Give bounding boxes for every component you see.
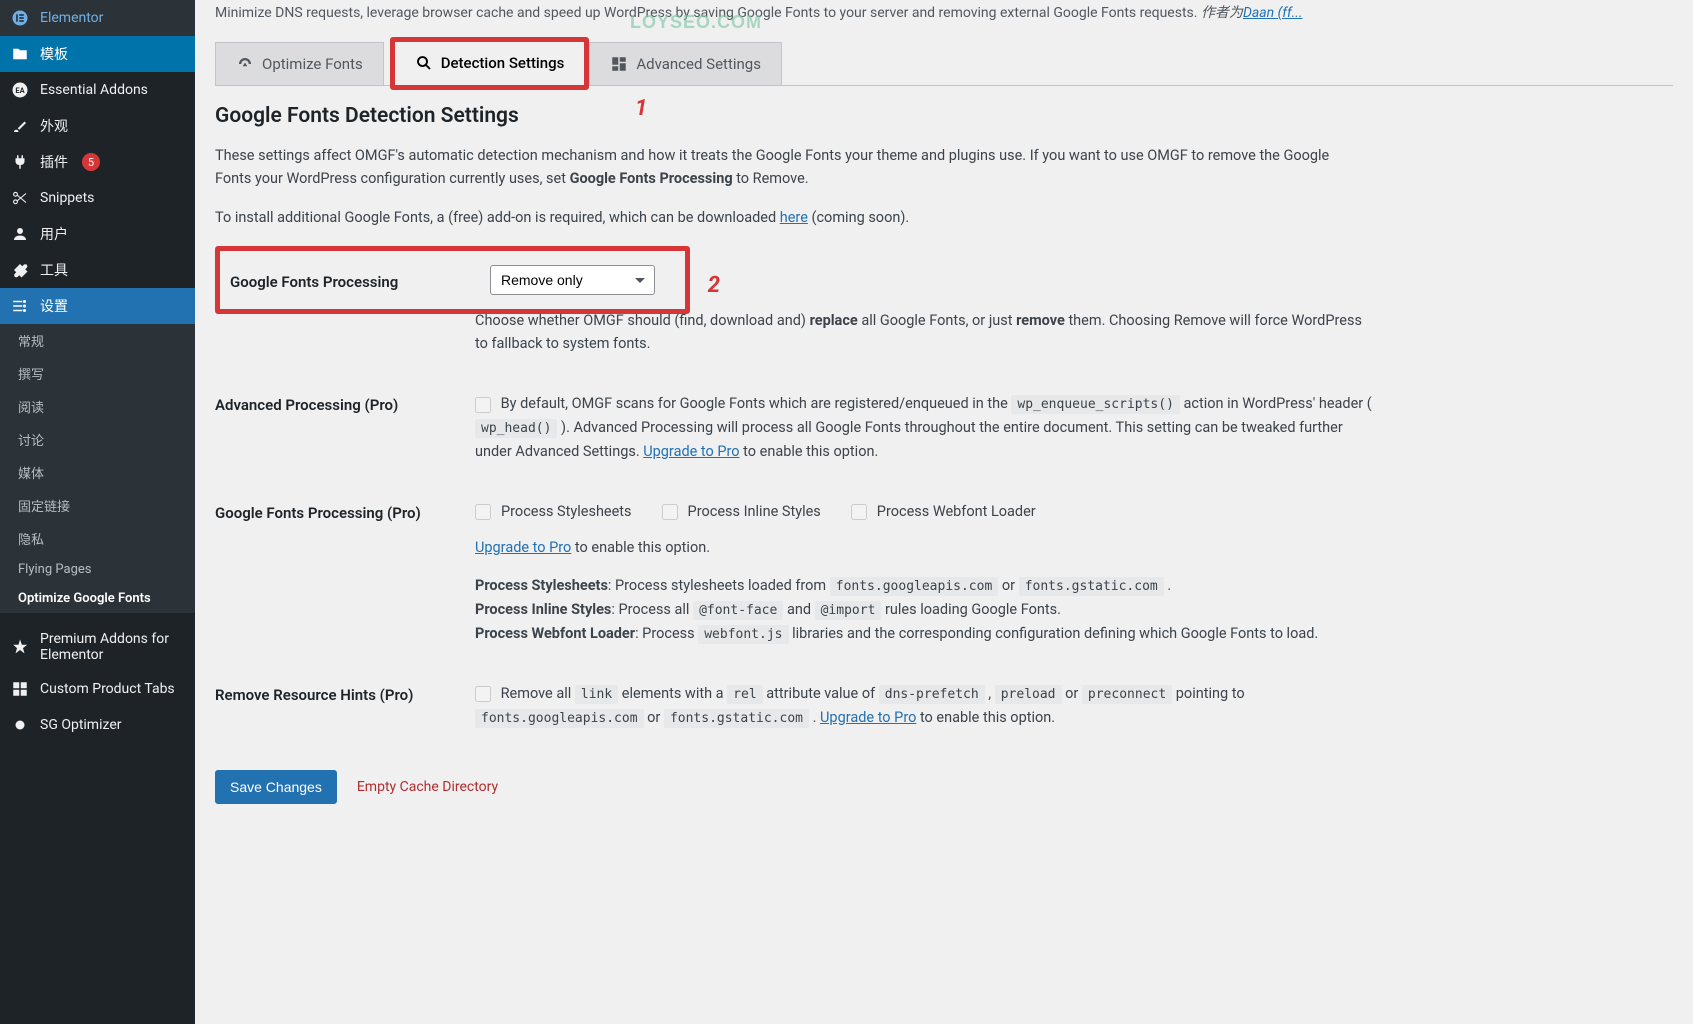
download-link[interactable]: here bbox=[780, 209, 808, 226]
submenu-writing[interactable]: 撰写 bbox=[0, 357, 195, 390]
submenu-permalinks[interactable]: 固定链接 bbox=[0, 489, 195, 522]
intro-author-link[interactable]: Daan (ff... bbox=[1243, 5, 1302, 21]
sidebar-item-plugins[interactable]: 插件 5 bbox=[0, 144, 195, 180]
search-icon bbox=[415, 54, 433, 72]
submenu-optimize-google-fonts[interactable]: Optimize Google Fonts bbox=[0, 584, 195, 613]
chk-webfont[interactable]: Process Webfont Loader bbox=[851, 500, 1036, 524]
field-label-processing: Google Fonts Processing bbox=[230, 269, 490, 291]
sidebar-item-label: Premium Addons for Elementor bbox=[40, 631, 185, 663]
sidebar-item-label: 模板 bbox=[40, 44, 68, 64]
star-icon bbox=[10, 637, 30, 657]
tab-label: Optimize Fonts bbox=[262, 55, 363, 73]
submenu-media[interactable]: 媒体 bbox=[0, 456, 195, 489]
sidebar-item-settings[interactable]: 设置 bbox=[0, 288, 195, 324]
tab-optimize-fonts[interactable]: Optimize Fonts bbox=[215, 42, 384, 85]
processing-help: Choose whether OMGF should (find, downlo… bbox=[475, 309, 1375, 357]
folder-icon bbox=[10, 44, 30, 64]
sidebar-item-label: 工具 bbox=[40, 260, 68, 280]
sidebar-item-essential-addons[interactable]: EA Essential Addons bbox=[0, 72, 195, 108]
chk-inline-input[interactable] bbox=[662, 504, 678, 520]
save-button[interactable]: Save Changes bbox=[215, 770, 337, 804]
processing-pro-field: Process Stylesheets Process Inline Style… bbox=[475, 500, 1375, 646]
sidebar-item-label: 外观 bbox=[40, 116, 68, 136]
advanced-processing-field: By default, OMGF scans for Google Fonts … bbox=[475, 392, 1375, 464]
tab-detection-settings[interactable]: Detection Settings bbox=[395, 42, 585, 84]
main-content: LOYSEO.COM Minimize DNS requests, levera… bbox=[195, 0, 1693, 1024]
submenu-general[interactable]: 常规 bbox=[0, 324, 195, 357]
section-desc-2: To install additional Google Fonts, a (f… bbox=[215, 206, 1365, 229]
code-enqueue: wp_enqueue_scripts() bbox=[1011, 395, 1180, 414]
elementor-icon bbox=[10, 8, 30, 28]
tab-label: Detection Settings bbox=[441, 54, 565, 72]
sidebar-item-appearance[interactable]: 外观 bbox=[0, 108, 195, 144]
field-label-advanced-processing: Advanced Processing (Pro) bbox=[215, 392, 475, 414]
wrench-icon bbox=[10, 260, 30, 280]
field-label-resource-hints: Remove Resource Hints (Pro) bbox=[215, 682, 475, 704]
annotation-box-2: Google Fonts Processing Remove only 2 bbox=[215, 246, 690, 314]
submenu-flying-pages[interactable]: Flying Pages bbox=[0, 555, 195, 584]
upgrade-link[interactable]: Upgrade to Pro bbox=[643, 443, 739, 460]
resource-hints-checkbox[interactable] bbox=[475, 686, 491, 702]
section-title: Google Fonts Detection Settings bbox=[215, 104, 1673, 128]
settings-tabs: Optimize Fonts Detection Settings Advanc… bbox=[215, 42, 1673, 86]
plug-icon bbox=[10, 152, 30, 172]
plugin-intro: Minimize DNS requests, leverage browser … bbox=[215, 0, 1673, 30]
admin-sidebar: Elementor 模板 EA Essential Addons 外观 插件 5… bbox=[0, 0, 195, 1024]
processing-select[interactable]: Remove only bbox=[490, 265, 655, 295]
section-desc-1: These settings affect OMGF's automatic d… bbox=[215, 144, 1365, 190]
chk-stylesheets-input[interactable] bbox=[475, 504, 491, 520]
processing-select-wrap: Remove only bbox=[490, 265, 655, 295]
sidebar-item-label: Elementor bbox=[40, 10, 103, 26]
plugin-update-badge: 5 bbox=[82, 153, 100, 171]
annotation-1: 1 bbox=[635, 96, 647, 121]
grid-icon bbox=[10, 679, 30, 699]
sidebar-item-snippets[interactable]: Snippets bbox=[0, 180, 195, 216]
sidebar-item-sg-optimizer[interactable]: SG Optimizer bbox=[0, 707, 195, 743]
ea-icon: EA bbox=[10, 80, 30, 100]
upgrade-link[interactable]: Upgrade to Pro bbox=[475, 539, 571, 556]
dashboard-icon bbox=[610, 55, 628, 73]
advanced-processing-checkbox[interactable] bbox=[475, 397, 491, 413]
sidebar-item-premium-addons[interactable]: Premium Addons for Elementor bbox=[0, 623, 195, 671]
submenu-discussion[interactable]: 讨论 bbox=[0, 423, 195, 456]
sidebar-item-label: Snippets bbox=[40, 190, 94, 206]
chk-webfont-input[interactable] bbox=[851, 504, 867, 520]
settings-icon bbox=[10, 296, 30, 316]
tab-label: Advanced Settings bbox=[636, 55, 761, 73]
dot-icon bbox=[10, 715, 30, 735]
sidebar-item-tools[interactable]: 工具 bbox=[0, 252, 195, 288]
submenu-reading[interactable]: 阅读 bbox=[0, 390, 195, 423]
settings-form: Google Fonts Processing Remove only 2 Ch… bbox=[215, 246, 1673, 748]
settings-submenu: 常规 撰写 阅读 讨论 媒体 固定链接 隐私 Flying Pages Opti… bbox=[0, 324, 195, 613]
code-wphead: wp_head() bbox=[475, 419, 557, 438]
empty-cache-link[interactable]: Empty Cache Directory bbox=[357, 779, 498, 795]
sidebar-item-label: SG Optimizer bbox=[40, 717, 121, 733]
sidebar-item-custom-product-tabs[interactable]: Custom Product Tabs bbox=[0, 671, 195, 707]
sidebar-item-label: 用户 bbox=[40, 224, 68, 244]
chk-inline[interactable]: Process Inline Styles bbox=[662, 500, 821, 524]
sidebar-item-label: Custom Product Tabs bbox=[40, 681, 175, 697]
sidebar-item-elementor[interactable]: Elementor bbox=[0, 0, 195, 36]
intro-text: Minimize DNS requests, leverage browser … bbox=[215, 5, 1201, 21]
sidebar-item-label: 插件 bbox=[40, 152, 68, 172]
sidebar-item-users[interactable]: 用户 bbox=[0, 216, 195, 252]
form-actions: Save Changes Empty Cache Directory bbox=[215, 770, 1673, 804]
chk-stylesheets[interactable]: Process Stylesheets bbox=[475, 500, 632, 524]
gauge-icon bbox=[236, 55, 254, 73]
upgrade-link[interactable]: Upgrade to Pro bbox=[820, 709, 916, 726]
sidebar-item-label: Essential Addons bbox=[40, 82, 148, 98]
submenu-privacy[interactable]: 隐私 bbox=[0, 522, 195, 555]
svg-text:EA: EA bbox=[15, 86, 25, 95]
field-label-processing-pro: Google Fonts Processing (Pro) bbox=[215, 500, 475, 522]
intro-author-prefix: 作者为 bbox=[1201, 5, 1243, 21]
user-icon bbox=[10, 224, 30, 244]
sidebar-item-templates[interactable]: 模板 bbox=[0, 36, 195, 72]
resource-hints-field: Remove all link elements with a rel attr… bbox=[475, 682, 1375, 730]
scissors-icon bbox=[10, 188, 30, 208]
sidebar-item-label: 设置 bbox=[40, 296, 68, 316]
annotation-box-1: Detection Settings bbox=[390, 37, 590, 90]
annotation-2: 2 bbox=[708, 273, 720, 298]
tab-advanced-settings[interactable]: Advanced Settings bbox=[589, 42, 782, 85]
brush-icon bbox=[10, 116, 30, 136]
